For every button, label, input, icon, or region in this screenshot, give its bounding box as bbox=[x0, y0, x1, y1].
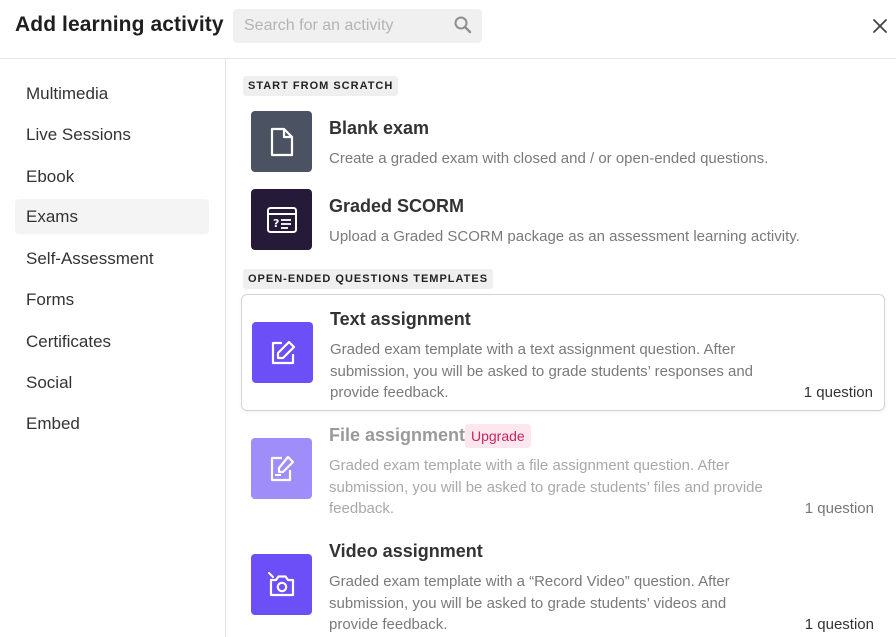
category-sidebar: Multimedia Live Sessions Ebook Exams Sel… bbox=[0, 59, 226, 637]
activity-description: Graded exam template with a file assignm… bbox=[329, 457, 763, 517]
activity-title: Blank exam bbox=[329, 118, 430, 138]
activity-card-blank-exam[interactable]: Blank exam Create a graded exam with clo… bbox=[241, 104, 885, 176]
activity-description: Graded exam template with a “Record Vide… bbox=[329, 573, 730, 633]
blank-document-icon bbox=[251, 111, 312, 172]
activity-card-file-assignment[interactable]: File assignment Upgrade Graded exam temp… bbox=[241, 418, 885, 526]
dialog-title: Add learning activity bbox=[15, 13, 224, 36]
activity-title: Video assignment bbox=[329, 541, 483, 561]
activity-card-video-assignment[interactable]: Video assignment Graded exam template wi… bbox=[241, 534, 885, 637]
activity-card-text-assignment[interactable]: Text assignment Graded exam template wit… bbox=[241, 294, 885, 411]
activity-title: Text assignment bbox=[330, 309, 471, 329]
sidebar-item-self-assessment[interactable]: Self-Assessment bbox=[15, 241, 209, 276]
scorm-package-icon: ? bbox=[251, 189, 312, 250]
activity-description: Create a graded exam with closed and / o… bbox=[329, 150, 769, 167]
activity-description: Upload a Graded SCORM package as an asse… bbox=[329, 228, 800, 245]
activity-list: START FROM SCRATCH Blank exam Create a g… bbox=[226, 59, 896, 637]
sidebar-item-ebook[interactable]: Ebook bbox=[15, 159, 209, 194]
svg-text:?: ? bbox=[273, 217, 279, 230]
question-count: 1 question bbox=[804, 500, 874, 517]
sidebar-item-forms[interactable]: Forms bbox=[15, 282, 209, 317]
section-start-from-scratch: START FROM SCRATCH bbox=[243, 76, 399, 96]
section-open-ended-templates: OPEN-ENDED QUESTIONS TEMPLATES bbox=[243, 269, 494, 289]
dialog-header: Add learning activity bbox=[0, 0, 896, 59]
search-input[interactable] bbox=[233, 9, 482, 43]
activity-description: Graded exam template with a text assignm… bbox=[330, 341, 754, 401]
upgrade-badge[interactable]: Upgrade bbox=[465, 424, 531, 448]
activity-title: Graded SCORM bbox=[329, 196, 465, 216]
sidebar-item-live-sessions[interactable]: Live Sessions bbox=[15, 117, 209, 152]
sidebar-item-social[interactable]: Social bbox=[15, 365, 209, 400]
sidebar-item-exams[interactable]: Exams bbox=[15, 199, 209, 234]
sidebar-item-multimedia[interactable]: Multimedia bbox=[15, 76, 209, 111]
sidebar-item-certificates[interactable]: Certificates bbox=[15, 324, 209, 359]
question-count: 1 question bbox=[804, 616, 874, 633]
sidebar-item-embed[interactable]: Embed bbox=[15, 406, 209, 441]
question-count: 1 question bbox=[803, 384, 873, 401]
file-edit-icon bbox=[251, 438, 312, 499]
edit-note-icon bbox=[252, 322, 313, 383]
activity-title: File assignment bbox=[329, 425, 466, 445]
search-icon[interactable] bbox=[453, 15, 473, 35]
close-icon[interactable] bbox=[868, 14, 892, 38]
activity-card-graded-scorm[interactable]: ? Graded SCORM Upload a Graded SCORM pac… bbox=[241, 182, 885, 254]
video-camera-icon bbox=[251, 554, 312, 615]
